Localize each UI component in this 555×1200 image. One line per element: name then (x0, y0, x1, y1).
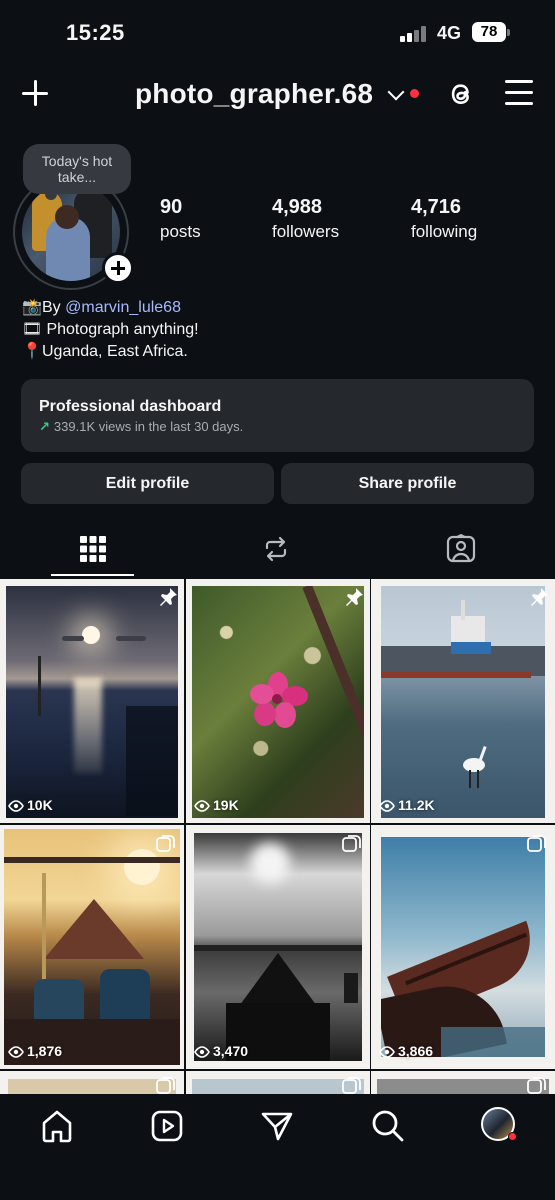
eye-icon (8, 800, 24, 812)
repost-icon (265, 536, 287, 562)
status-bar: 15:25 4G 78 (0, 0, 555, 66)
post-tile[interactable]: 3,470 (186, 825, 370, 1069)
post-tile[interactable] (0, 1071, 184, 1094)
status-time: 15:25 (66, 20, 125, 45)
grid-icon (80, 536, 106, 562)
active-tab-indicator (51, 574, 134, 576)
bio-line-1: 📸By @marvin_lule68 (22, 297, 542, 319)
stat-posts-label: posts (160, 222, 201, 241)
account-switcher-username[interactable]: photo_grapher.68 (135, 78, 373, 110)
notification-dot (410, 89, 419, 98)
tagged-person-icon (446, 534, 476, 563)
posts-grid: 10K 19K 11.2K 1,876 3,470 3,866 (0, 579, 555, 1094)
eye-icon (379, 1046, 395, 1058)
film-frames-icon: 🎞 (22, 321, 43, 338)
profile-page: 15:25 4G 78 photo_grapher.68 Today's hot… (0, 0, 555, 1200)
carousel-icon (342, 1077, 361, 1094)
camera-flash-icon: 📸 (22, 299, 42, 316)
bio-line-2: 🎞 Photograph anything! (22, 319, 542, 341)
post-tile[interactable]: 11.2K (371, 579, 555, 823)
battery-icon: 78 (472, 22, 510, 42)
carousel-icon (527, 1077, 546, 1094)
dashboard-title: Professional dashboard (39, 398, 222, 415)
post-tile[interactable] (186, 1071, 370, 1094)
stat-following-label: following (411, 222, 478, 241)
bio-text-2: Photograph anything! (46, 321, 199, 338)
view-count: 10K (8, 797, 53, 813)
stat-following-count: 4,716 (411, 196, 462, 218)
pin-icon (531, 588, 548, 606)
note-bubble[interactable]: Today's hot take... (23, 144, 131, 200)
carousel-icon (156, 1077, 175, 1094)
bottom-nav (0, 1094, 555, 1200)
bio-mention-link[interactable]: @marvin_lule68 (65, 299, 181, 316)
post-tile[interactable]: 3,866 (371, 825, 555, 1069)
stat-posts-count: 90 (160, 196, 183, 218)
bio-by: By (42, 299, 66, 316)
stat-following[interactable]: 4,716 following (411, 196, 477, 242)
dashboard-subtitle: ↗ 339.1K views in the last 30 days. (39, 419, 243, 435)
chevron-down-icon[interactable] (387, 83, 405, 101)
tab-tagged[interactable] (370, 528, 555, 576)
tab-posts-grid[interactable] (0, 528, 185, 576)
view-count: 3,470 (194, 1043, 248, 1059)
edit-profile-button[interactable]: Edit profile (21, 463, 274, 504)
dashboard-views: 339.1K views in the last 30 days. (53, 419, 244, 434)
stat-followers[interactable]: 4,988 followers (272, 196, 339, 242)
stat-followers-label: followers (272, 222, 340, 241)
post-tile[interactable] (371, 1071, 555, 1094)
view-count: 11.2K (379, 797, 435, 813)
reels-icon[interactable] (149, 1108, 185, 1144)
home-icon[interactable] (39, 1108, 75, 1144)
professional-dashboard-card[interactable]: Professional dashboard ↗ 339.1K views in … (21, 379, 534, 452)
profile-header: photo_grapher.68 (0, 66, 555, 126)
threads-icon[interactable] (445, 78, 477, 110)
bio-line-3: 📍Uganda, East Africa. (22, 341, 542, 363)
pin-icon (160, 588, 177, 606)
network-type: 4G (437, 23, 462, 43)
share-profile-button[interactable]: Share profile (281, 463, 534, 504)
notification-dot (508, 1132, 517, 1141)
eye-icon (194, 800, 210, 812)
view-count: 19K (194, 797, 239, 813)
carousel-icon (527, 835, 546, 852)
bio-text-3: Uganda, East Africa. (42, 343, 188, 360)
tab-reposts[interactable] (185, 528, 370, 576)
view-count: 1,876 (8, 1043, 62, 1059)
add-story-icon[interactable] (102, 252, 134, 284)
view-count: 3,866 (379, 1043, 433, 1059)
eye-icon (8, 1046, 24, 1058)
post-tile[interactable]: 10K (0, 579, 184, 823)
search-icon[interactable] (370, 1108, 406, 1144)
signal-icon (400, 26, 428, 42)
carousel-icon (156, 835, 175, 852)
post-tile[interactable]: 1,876 (0, 825, 184, 1069)
direct-icon[interactable] (259, 1108, 295, 1144)
trend-up-arrow-icon: ↗ (39, 419, 50, 434)
stat-posts[interactable]: 90 posts (160, 196, 201, 242)
hamburger-menu-icon[interactable] (505, 80, 533, 106)
carousel-icon (342, 835, 361, 852)
eye-icon (379, 800, 395, 812)
location-pin-icon: 📍 (22, 343, 42, 360)
stat-followers-count: 4,988 (272, 196, 323, 218)
post-tile[interactable]: 19K (186, 579, 370, 823)
create-plus-icon[interactable] (20, 78, 52, 110)
pin-icon (346, 588, 363, 606)
eye-icon (194, 1046, 210, 1058)
